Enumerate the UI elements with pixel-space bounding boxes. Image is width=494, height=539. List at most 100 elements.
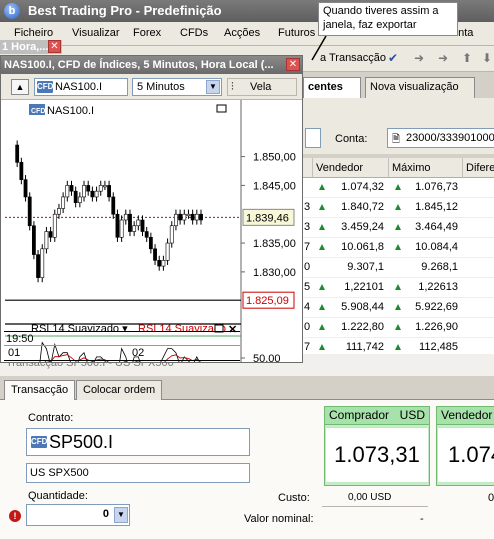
candle-body [77,196,82,204]
up-arrow-icon [319,204,325,210]
row-lead-cell: 4 [304,301,311,313]
table-row[interactable]: 1.074,32 1.076,73 [303,178,494,198]
account-bar: Conta: 🗎 23000/333901000 [303,98,494,154]
up-arrow-icon [319,304,325,310]
arrow-right-icon[interactable]: ➜ [438,51,448,65]
indicator-axis-label: 50,00 [253,353,281,362]
up-arrow-icon [319,324,325,330]
candle-body [40,248,45,278]
row-lead-cell: 0 [304,321,311,333]
seller-cell: 1,22101 [344,281,384,293]
up-arrow-icon [319,344,325,350]
cfd-badge-icon: CFD [31,436,48,448]
table-row[interactable]: 4 5.908,44 5.922,69 [303,298,494,318]
table-row[interactable]: 5 1,22101 1,22613 [303,278,494,298]
search-field-stub[interactable] [305,128,321,148]
quantity-value: 0 [102,508,109,520]
tab-colocar-ordem[interactable]: Colocar ordem [76,380,163,400]
table-row[interactable]: 0 9.307,1 9.268,1 [303,258,494,278]
column-header-lead[interactable] [303,158,313,178]
maximize-icon[interactable] [216,104,227,113]
chevron-down-icon[interactable]: ▼ [114,507,128,523]
seller-cell: 1.840,72 [341,201,384,213]
quantity-input[interactable]: 0 ▼ [26,504,130,526]
divider [322,506,428,507]
max-cell: 1.076,73 [415,181,458,193]
candle-body [128,213,132,232]
row-lead-cell: 7 [304,341,311,353]
candle-body [190,213,195,221]
up-arrow-icon [395,244,401,250]
candle-body [157,260,162,267]
account-value: 23000/333901000 [406,132,494,144]
candle-body [48,231,53,238]
error-icon: ! [9,510,21,522]
chart-style-button[interactable]: ⫶ Vela [227,78,297,96]
tab-recentes[interactable]: centes ✕ [303,77,361,112]
callout-pointer [311,36,327,61]
column-header-diferenca[interactable]: Difere [463,158,494,178]
table-row[interactable]: 3 3.459,24 3.464,49 [303,218,494,238]
menu-accoes[interactable]: Acções [224,27,260,39]
row-lead-cell: 3 [304,221,311,233]
menu-cfds[interactable]: CFDs [180,27,208,39]
seller-cell: 10.061,8 [341,241,384,253]
buy-price-box[interactable]: Comprador USD ⬈ 1.073,31 [324,406,430,486]
mini-window-close-icon[interactable]: ✕ [48,40,61,53]
up-arrow-icon [319,224,325,230]
column-header-vendedor[interactable]: Vendedor [313,158,389,178]
up-arrow-icon [395,204,401,210]
menu-ficheiro[interactable]: Ficheiro [14,27,53,39]
indicator-label-secondary: RSI 14 Suavizado [138,323,226,335]
candle-body [136,219,141,227]
view-tabs: centes ✕ Nova visualização [303,74,494,112]
candle-body [15,144,20,163]
cfd-badge-icon: CFD [37,81,54,93]
low-marker-label: 1.825,09 [246,295,289,307]
menu-visualizar[interactable]: Visualizar [72,27,120,39]
candlestick-chart[interactable]: CFD NAS100.I 1.850,00 1.845,00 1.835,00 1.830… [1,100,302,362]
table-row[interactable]: 7 10.061,8 10.084,4 [303,238,494,258]
indicator-close-icon[interactable]: ✕ [228,324,237,336]
menu-forex[interactable]: Forex [133,27,161,39]
tab-transaccao[interactable]: Transacção [4,380,76,400]
checkmark-icon[interactable]: ✔ [388,51,398,65]
candle-body [94,190,99,198]
y-tick-label: 1.850,00 [253,152,296,164]
collapse-icon[interactable]: ▲ [11,79,29,95]
up-arrow-icon [395,184,401,190]
app-title: Best Trading Pro - Predefinição [28,3,222,18]
account-select[interactable]: 🗎 23000/333901000 [387,128,494,148]
candle-body [86,185,91,192]
arrow-left-icon[interactable]: ➜ [414,51,424,65]
candle-body [44,231,49,250]
chart-interval-value: 5 Minutos [137,81,185,93]
indicator-label[interactable]: RSI 14 Suavizado ▾ [31,323,128,335]
table-row[interactable]: 0 1.222,80 1.226,90 [303,318,494,338]
sell-price-header: Vendedor [437,407,494,425]
up-arrow-icon [319,184,325,190]
seller-cell: 111,742 [345,341,384,353]
arrow-up-icon[interactable]: ⬆ [462,51,472,65]
arrow-down-icon[interactable]: ⬇ [482,51,492,65]
column-header-maximo[interactable]: Máximo [389,158,463,178]
chart-symbol-select[interactable]: CFD NAS100.I [34,78,128,96]
document-icon: 🗎 [392,134,401,145]
maximize-icon[interactable] [214,324,224,333]
chart-interval-select[interactable]: 5 Minutos ▼ [132,78,222,96]
up-arrow-icon [319,284,325,290]
tab-nova-visualizacao[interactable]: Nova visualização [365,77,475,98]
candle-body [107,185,111,198]
seller-cell: 3.459,24 [341,221,384,233]
sell-price-box[interactable]: Vendedor 1.074 [436,406,494,486]
seller-cell: 1.074,32 [341,181,384,193]
max-cell: 1.226,90 [415,321,458,333]
table-row[interactable]: 3 1.840,72 1.845,12 [303,198,494,218]
chevron-down-icon[interactable]: ▼ [206,80,220,94]
buy-price: 1.073,31 [325,427,429,483]
candle-body [52,213,57,238]
candle-body [90,190,95,198]
contract-field[interactable]: CFD SP500.I [26,428,250,456]
cfd-badge-text: CFD [31,108,45,115]
chart-close-icon[interactable]: ✕ [286,58,300,71]
